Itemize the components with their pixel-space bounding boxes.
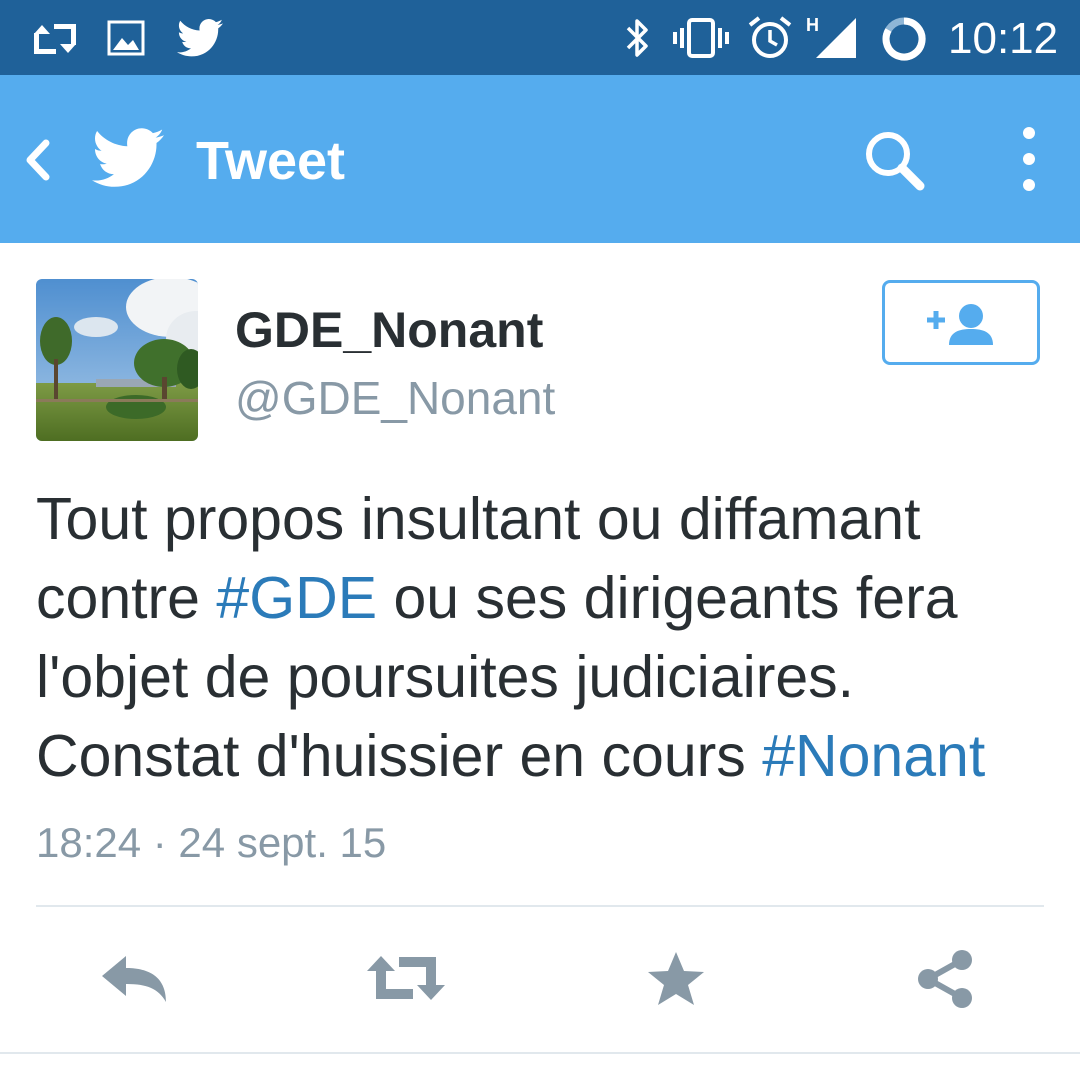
tweet-text-fragment: l'objet de poursuites judiciaires.	[36, 644, 855, 710]
tweet-text-line: contre #GDE ou ses dirigeants fera	[36, 559, 1046, 638]
author-display-name[interactable]: GDE_Nonant	[235, 300, 543, 360]
search-icon[interactable]	[862, 128, 928, 194]
vibrate-icon	[673, 18, 729, 58]
page-title: Tweet	[196, 131, 346, 191]
retweet-notification-icon	[34, 24, 76, 54]
hashtag-link-nonant[interactable]: #Nonant	[762, 723, 985, 789]
action-bar: Tweet	[0, 75, 1080, 243]
tweet-text-fragment: Tout propos insultant ou diffamant	[36, 486, 921, 552]
bluetooth-icon	[626, 19, 648, 57]
divider	[36, 905, 1044, 907]
battery-icon	[882, 17, 926, 61]
tweet-text-fragment: ou ses dirigeants fera	[377, 565, 958, 631]
image-notification-icon	[107, 20, 145, 56]
tweet-text-line: l'objet de poursuites judiciaires.	[36, 638, 1046, 717]
author-screen-name[interactable]: @GDE_Nonant	[235, 370, 555, 426]
status-bar: H 10:12	[0, 0, 1080, 75]
avatar-landscape-image	[36, 279, 198, 441]
share-icon[interactable]	[914, 948, 976, 1010]
alarm-icon	[748, 16, 792, 58]
tweet-text-line: Constat d'huissier en cours #Nonant	[36, 717, 1046, 796]
more-options-icon[interactable]	[1016, 125, 1042, 195]
tweet-timestamp: 18:24 · 24 sept. 15	[36, 819, 387, 866]
hashtag-link-gde[interactable]: #GDE	[216, 565, 377, 631]
svg-text:H: H	[806, 15, 819, 35]
back-icon[interactable]	[20, 137, 54, 183]
retweet-icon[interactable]	[365, 953, 447, 1003]
twitter-notification-icon	[177, 19, 223, 57]
favorite-star-icon[interactable]	[646, 950, 706, 1008]
twitter-logo-icon[interactable]	[92, 127, 164, 189]
reply-icon[interactable]	[100, 954, 170, 1004]
signal-h-icon: H	[806, 15, 856, 58]
tweet-text-fragment: contre	[36, 565, 217, 631]
tweet-text: Tout propos insultant ou diffamant contr…	[36, 480, 1046, 796]
add-user-icon	[927, 304, 993, 345]
bottom-divider	[0, 1052, 1080, 1054]
tweet-screen: H 10:12 Tweet GDE_Nonant @GDE_Nonant Tou…	[0, 0, 1080, 1080]
avatar[interactable]	[36, 279, 198, 441]
follow-button[interactable]	[882, 280, 1040, 365]
tweet-text-line: Tout propos insultant ou diffamant	[36, 480, 1046, 559]
tweet-text-fragment: Constat d'huissier en cours	[36, 723, 763, 789]
status-time: 10:12	[948, 14, 1059, 63]
